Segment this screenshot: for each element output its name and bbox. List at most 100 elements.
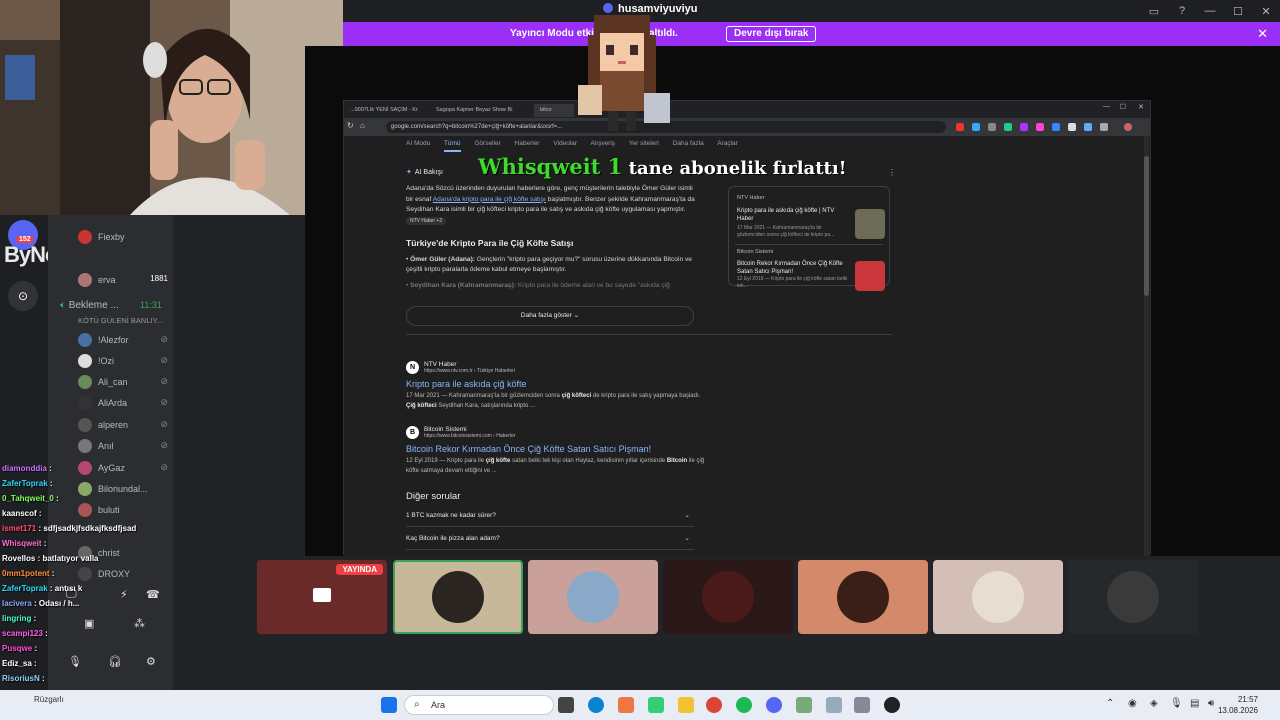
result-url[interactable]: https://www.bitcoinsistemi.com › Haberle… <box>406 433 706 439</box>
tab-tools[interactable]: Araçlar <box>717 140 738 147</box>
extension-icon[interactable] <box>1068 123 1076 131</box>
voice-member[interactable]: alperen ⊘ <box>78 417 170 435</box>
spotify-icon[interactable] <box>736 697 752 713</box>
inbox-icon[interactable]: ▭ <box>1140 0 1168 22</box>
member-item[interactable]: Fiexby <box>78 229 170 247</box>
discover-server-icon[interactable]: ⊙ <box>8 281 38 311</box>
chat-username[interactable]: Ediz_sa <box>2 659 32 668</box>
tab-images[interactable]: Görseller <box>474 140 500 147</box>
result-url[interactable]: https://www.ntv.com.tr › Türkiye Haberle… <box>406 368 706 374</box>
extension-icon[interactable] <box>1052 123 1060 131</box>
close-window-button[interactable]: ✕ <box>1252 0 1280 22</box>
settings-gear-icon[interactable]: ⚙ <box>146 655 156 668</box>
participant-tile[interactable] <box>528 560 658 634</box>
minimize-icon[interactable]: — <box>1103 103 1110 110</box>
browser-tab[interactable]: ...0007LIk YENİ SAÇIM - Kr <box>344 104 429 117</box>
participant-tile-speaking[interactable] <box>393 560 523 634</box>
maximize-icon[interactable]: ☐ <box>1120 103 1126 111</box>
screen-icon[interactable]: ▣ <box>84 617 94 630</box>
network-icon[interactable]: ▤ <box>1190 698 1199 709</box>
result-site[interactable]: N NTV Haber <box>406 361 706 374</box>
disconnect-icon[interactable]: ☎︎ <box>146 588 160 601</box>
voice-member[interactable]: !Alezfor ⊘ <box>78 332 170 350</box>
obs-icon[interactable] <box>884 697 900 713</box>
extension-icon[interactable] <box>956 123 964 131</box>
chat-username[interactable]: ZaferToprak <box>2 584 48 593</box>
member-item[interactable]: erva 1881 <box>78 272 170 290</box>
participant-tile[interactable] <box>1068 560 1198 634</box>
tray-icon[interactable]: ◈ <box>1150 698 1158 709</box>
chat-username[interactable]: RisoriusN <box>2 674 40 683</box>
participant-tile[interactable] <box>663 560 793 634</box>
app-icon[interactable] <box>796 697 812 713</box>
weather-widget[interactable]: Rüzgarlı <box>34 695 64 704</box>
microphone-tray-icon[interactable]: 🎙︎ <box>1170 698 1183 709</box>
edge-icon[interactable] <box>588 697 604 713</box>
noise-suppression-icon[interactable]: ⚡︎ <box>120 588 128 601</box>
scrollbar-thumb[interactable] <box>1144 156 1149 296</box>
chrome-icon[interactable] <box>706 697 722 713</box>
source-title[interactable]: Bitcoin Rekor Kırmadan Önce Çiğ Köfte Sa… <box>737 260 849 276</box>
chat-username[interactable]: 0_Tahqweit_0 <box>2 494 54 503</box>
volume-icon[interactable]: 🔊︎ <box>1208 698 1214 709</box>
extension-icon[interactable] <box>1020 123 1028 131</box>
start-menu-icon[interactable] <box>381 697 397 713</box>
close-icon[interactable]: ✕ <box>1138 103 1144 111</box>
tab-more[interactable]: Daha fazla <box>673 140 704 147</box>
extension-icon[interactable] <box>1004 123 1012 131</box>
chat-username[interactable]: ismet171 <box>2 524 36 533</box>
chat-username[interactable]: lingring <box>2 614 31 623</box>
chat-username[interactable]: ZaferToprak <box>2 479 48 488</box>
maximize-button[interactable]: ☐ <box>1224 0 1252 22</box>
copilot-icon[interactable] <box>618 697 634 713</box>
extension-icon[interactable] <box>972 123 980 131</box>
result-title-link[interactable]: Kripto para ile askıda çiğ köfte <box>406 379 706 389</box>
file-explorer-icon[interactable] <box>678 697 694 713</box>
source-title[interactable]: Kripto para ile askıda çiğ köfte | NTV H… <box>737 207 849 223</box>
tab-places[interactable]: Yer siteleri <box>629 140 659 147</box>
headphones-icon[interactable]: 🎧︎ <box>108 655 122 668</box>
browser-tab[interactable]: Sagopa Kajmer Beyaz Show Bi <box>430 104 532 117</box>
activities-icon[interactable]: ⁂ <box>134 617 145 630</box>
chat-username[interactable]: kaanscof <box>2 509 37 518</box>
help-icon[interactable]: ? <box>1168 0 1196 22</box>
scrollbar[interactable] <box>1144 136 1149 556</box>
tab-all[interactable]: Tümü <box>443 140 461 152</box>
extension-icon[interactable] <box>988 123 996 131</box>
tab-shopping[interactable]: Alışveriş <box>590 140 615 147</box>
result-site[interactable]: B Bitcoin Sistemi <box>406 426 706 439</box>
participant-tile[interactable] <box>798 560 928 634</box>
voice-member[interactable]: !Ozi ⊘ <box>78 353 170 371</box>
participant-tile-streaming[interactable]: YAYINDA <box>257 560 387 634</box>
voice-channel[interactable]: 🔈︎ Bekleme ... 11:31 <box>60 300 162 311</box>
chat-username[interactable]: lacivera <box>2 599 32 608</box>
profile-avatar[interactable] <box>1124 123 1132 131</box>
participant-tile[interactable] <box>933 560 1063 634</box>
extensions-puzzle-icon[interactable] <box>1100 123 1108 131</box>
chat-username[interactable]: Rovellos <box>2 554 35 563</box>
source-thumbnail[interactable] <box>855 261 885 291</box>
close-banner-icon[interactable]: ✕ <box>1257 26 1268 42</box>
share-screen-icon[interactable]: 🖵︎ <box>66 588 77 601</box>
voice-member[interactable]: AliArda ⊘ <box>78 395 170 413</box>
result-title-link[interactable]: Bitcoin Rekor Kırmadan Önce Çiğ Köfte Sa… <box>406 444 706 454</box>
disable-streamer-mode-button[interactable]: Devre dışı bırak <box>726 26 817 42</box>
home-icon[interactable]: ⌂ <box>360 121 365 130</box>
chat-username[interactable]: diamonddia <box>2 464 47 473</box>
tray-icon[interactable]: ◉ <box>1128 698 1137 709</box>
voice-member[interactable]: Ali_can ⊘ <box>78 374 170 392</box>
taskbar-search[interactable]: ⌕ Ara <box>404 695 554 715</box>
tab-videos[interactable]: Videolar <box>553 140 577 147</box>
people-also-ask-item[interactable]: 1 BTC kazmak ne kadar sürer? ⌄ <box>406 505 694 527</box>
more-options-icon[interactable]: ⋮ <box>888 168 896 177</box>
app-icon[interactable] <box>826 697 842 713</box>
chat-username[interactable]: Pusqwe <box>2 644 32 653</box>
extension-icon[interactable] <box>1036 123 1044 131</box>
ai-overview-link[interactable]: Adana'da kripto para ile çiğ köfte satış… <box>433 196 546 203</box>
microphone-icon[interactable]: 🎙︎ <box>68 655 82 668</box>
tab-news[interactable]: Haberler <box>515 140 540 147</box>
chevron-up-icon[interactable]: ⌃ <box>1106 698 1114 709</box>
discord-icon[interactable] <box>766 697 782 713</box>
tab-ai-mode[interactable]: AI Modu <box>406 140 430 147</box>
system-clock[interactable]: 21:57 13.08.2026 <box>1218 694 1258 716</box>
